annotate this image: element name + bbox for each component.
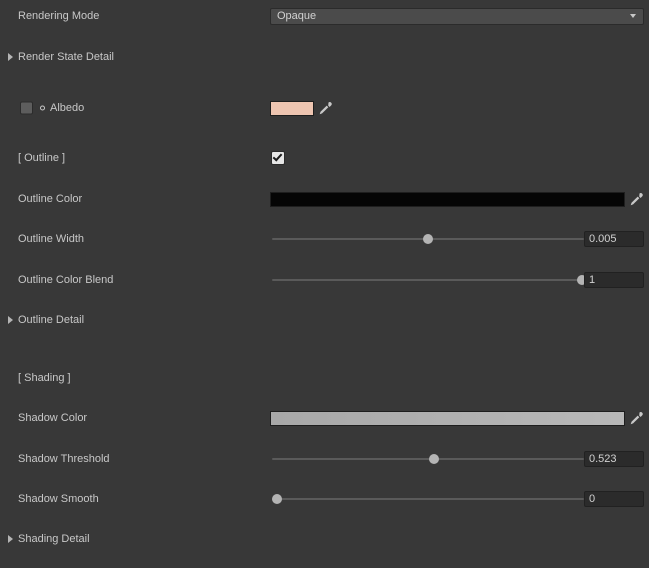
outline-width-label: Outline Width	[18, 229, 84, 249]
slider-handle[interactable]	[423, 234, 433, 244]
shadow-threshold-value[interactable]: 0.523	[584, 451, 644, 467]
outline-color-blend-slider[interactable]	[272, 279, 584, 281]
rendering-mode-dropdown[interactable]: Opaque	[270, 8, 644, 25]
check-icon	[273, 151, 283, 161]
row-outline-header: [ Outline ]	[0, 148, 649, 168]
albedo-bullet-icon	[40, 106, 45, 111]
outline-width-value[interactable]: 0.005	[584, 231, 644, 247]
shadow-color-label: Shadow Color	[18, 408, 87, 428]
chevron-right-icon[interactable]	[8, 53, 13, 61]
row-shading-header: [ Shading ]	[0, 368, 649, 388]
shadow-threshold-label: Shadow Threshold	[18, 449, 110, 469]
row-shadow-smooth: Shadow Smooth 0	[0, 489, 649, 509]
row-render-state-detail[interactable]: Render State Detail	[0, 47, 649, 67]
shadow-smooth-value[interactable]: 0	[584, 491, 644, 507]
eyedropper-icon[interactable]	[629, 411, 643, 426]
albedo-texture-slot[interactable]	[20, 102, 33, 115]
render-state-detail-label: Render State Detail	[18, 47, 114, 67]
outline-color-blend-label: Outline Color Blend	[18, 270, 113, 290]
outline-header-label: [ Outline ]	[18, 148, 65, 168]
shadow-smooth-label: Shadow Smooth	[18, 489, 99, 509]
outline-width-slider[interactable]	[272, 238, 584, 240]
outline-enable-checkbox[interactable]	[271, 151, 285, 165]
row-rendering-mode: Rendering Mode Opaque	[0, 6, 649, 26]
slider-handle[interactable]	[272, 494, 282, 504]
shadow-smooth-slider[interactable]	[272, 498, 584, 500]
albedo-label: Albedo	[50, 98, 84, 118]
outline-color-swatch[interactable]	[270, 192, 625, 207]
row-albedo: Albedo	[0, 98, 649, 118]
row-shadow-color: Shadow Color	[0, 408, 649, 428]
row-shading-detail[interactable]: Shading Detail	[0, 529, 649, 549]
row-shadow-threshold: Shadow Threshold 0.523	[0, 449, 649, 469]
outline-detail-label: Outline Detail	[18, 310, 84, 330]
outline-color-label: Outline Color	[18, 189, 82, 209]
shader-inspector-panel: Rendering Mode Opaque Render State Detai…	[0, 0, 649, 568]
eyedropper-icon[interactable]	[629, 192, 643, 207]
row-outline-width: Outline Width 0.005	[0, 229, 649, 249]
rendering-mode-label: Rendering Mode	[18, 6, 99, 26]
shading-detail-label: Shading Detail	[18, 529, 90, 549]
row-outline-color-blend: Outline Color Blend 1	[0, 270, 649, 290]
chevron-right-icon[interactable]	[8, 535, 13, 543]
eyedropper-icon[interactable]	[318, 101, 332, 116]
chevron-down-icon	[630, 14, 636, 18]
albedo-color-swatch[interactable]	[270, 101, 314, 116]
slider-handle[interactable]	[429, 454, 439, 464]
row-outline-detail[interactable]: Outline Detail	[0, 310, 649, 330]
chevron-right-icon[interactable]	[8, 316, 13, 324]
shading-header-label: [ Shading ]	[18, 368, 71, 388]
shadow-color-swatch[interactable]	[270, 411, 625, 426]
row-outline-color: Outline Color	[0, 189, 649, 209]
outline-color-blend-value[interactable]: 1	[584, 272, 644, 288]
rendering-mode-value: Opaque	[277, 10, 316, 22]
shadow-threshold-slider[interactable]	[272, 458, 584, 460]
